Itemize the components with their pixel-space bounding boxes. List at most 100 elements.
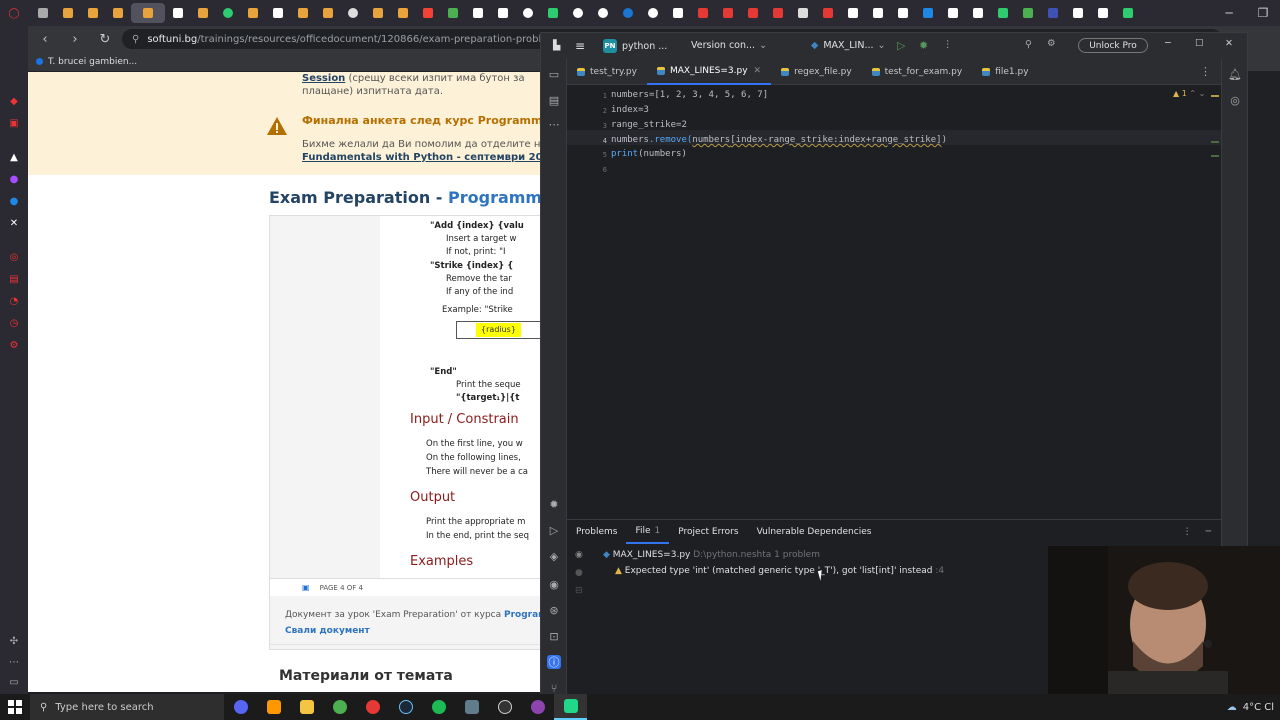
tab-icon[interactable] — [416, 3, 440, 23]
sidebar-app-icon[interactable]: ▲ — [7, 150, 21, 164]
main-menu-icon[interactable]: ≡ — [575, 39, 585, 53]
tab-icon[interactable] — [1016, 3, 1040, 23]
course-link[interactable]: Programming — [504, 610, 540, 620]
site-info-icon[interactable]: ⚲ — [132, 34, 139, 45]
tab-icon[interactable] — [1091, 3, 1115, 23]
bookmark-item[interactable]: T. brucei gambien... — [48, 57, 137, 67]
tab-icon[interactable] — [106, 3, 130, 23]
opera-icon[interactable]: ◯ — [7, 6, 21, 20]
aria-icon[interactable]: ◆ — [7, 94, 21, 108]
notifications-icon[interactable]: 🔔︎ — [1228, 67, 1242, 81]
filter-icon[interactable]: ⊟ — [575, 586, 583, 596]
tab-problems[interactable]: Problems — [567, 520, 626, 544]
tab-project-errors[interactable]: Project Errors — [669, 520, 747, 544]
run-config-selector[interactable]: ◆ MAX_LIN... ⌄ — [811, 40, 886, 51]
tab-icon[interactable] — [291, 3, 315, 23]
sidebar-toggle-icon[interactable]: ▭ — [7, 675, 21, 689]
vcs-selector[interactable]: Version con... ⌄ — [691, 40, 767, 51]
code-editor[interactable]: 1 2 3 4 5 6 numbers=[1, 2, 3, 4, 5, 6, 7… — [567, 85, 1221, 519]
tab-icon[interactable] — [991, 3, 1015, 23]
tab-file1[interactable]: file1.py — [972, 59, 1038, 85]
unlock-pro-button[interactable]: Unlock Pro — [1078, 38, 1148, 53]
tab-icon[interactable] — [716, 3, 740, 23]
tab-icon[interactable] — [316, 3, 340, 23]
hide-panel-icon[interactable]: ─ — [1206, 527, 1211, 537]
tab-icon[interactable] — [891, 3, 915, 23]
notice-link[interactable]: Fundamentals with Python - септември 202… — [302, 152, 540, 163]
app-icon[interactable] — [257, 694, 290, 720]
tab-icon[interactable] — [31, 3, 55, 23]
tab-icon[interactable] — [1116, 3, 1140, 23]
pycharm-icon[interactable] — [554, 694, 587, 720]
tab-icon[interactable] — [816, 3, 840, 23]
python-console-icon[interactable]: ⊛ — [547, 603, 561, 617]
problem-file-row[interactable]: ◆ MAX_LINES=3.py D:\python.neshta 1 prob… — [603, 550, 820, 560]
tab-icon[interactable] — [516, 3, 540, 23]
tab-file[interactable]: File 1 — [626, 520, 670, 544]
tab-icon[interactable] — [766, 3, 790, 23]
project-selector[interactable]: PN python ... — [603, 39, 667, 53]
document-viewer[interactable]: "Add {index} {valu Insert a target w If … — [269, 215, 540, 650]
discord-icon[interactable] — [224, 694, 257, 720]
tab-icon[interactable] — [491, 3, 515, 23]
sidebar-tool-icon[interactable]: ◷ — [7, 316, 21, 330]
debug-icon[interactable]: ✹ — [547, 497, 561, 511]
download-link[interactable]: Свали документ — [285, 626, 370, 636]
minimize-icon[interactable]: ─ — [1212, 0, 1246, 26]
close-tab-icon[interactable]: ✕ — [754, 66, 762, 76]
tab-icon[interactable] — [81, 3, 105, 23]
run-icon[interactable]: ▷ — [547, 523, 561, 537]
tab-max-lines[interactable]: MAX_LINES=3.py ✕ — [646, 59, 772, 85]
pin-icon[interactable]: ● — [575, 568, 583, 578]
messenger-blue-icon[interactable]: ● — [7, 194, 21, 208]
weather-text[interactable]: 4°C Cl — [1243, 702, 1274, 713]
structure-icon[interactable]: ▤ — [547, 93, 561, 107]
tab-icon[interactable] — [566, 3, 590, 23]
project-icon[interactable]: ▭ — [547, 67, 561, 81]
search-icon[interactable]: ⚲ — [1025, 39, 1032, 50]
tab-icon[interactable] — [541, 3, 565, 23]
tab-icon[interactable] — [441, 3, 465, 23]
tab-icon[interactable] — [941, 3, 965, 23]
tab-icon[interactable] — [641, 3, 665, 23]
tab-icon[interactable] — [241, 3, 265, 23]
sidebar-tool-icon[interactable]: ✣ — [7, 634, 21, 648]
app-icon[interactable] — [521, 694, 554, 720]
more-icon[interactable]: ⋮ — [943, 39, 953, 50]
tab-icon[interactable] — [1041, 3, 1065, 23]
tab-icon[interactable] — [191, 3, 215, 23]
eye-icon[interactable]: ◉ — [575, 550, 583, 560]
calculator-icon[interactable] — [455, 694, 488, 720]
reload-icon[interactable]: ↻ — [94, 28, 116, 50]
session-link[interactable]: Session — [302, 73, 345, 84]
spotify-icon[interactable] — [422, 694, 455, 720]
settings-icon[interactable]: ⚙ — [7, 338, 21, 352]
git-icon[interactable]: ⑂ — [547, 681, 561, 695]
tab-icon[interactable] — [591, 3, 615, 23]
tab-icon[interactable] — [691, 3, 715, 23]
tab-vulnerable-dependencies[interactable]: Vulnerable Dependencies — [748, 520, 881, 544]
more-icon[interactable]: ⋯ — [7, 655, 21, 669]
tab-icon[interactable] — [791, 3, 815, 23]
forward-icon[interactable]: › — [64, 28, 86, 50]
maximize-icon[interactable]: ☐ — [1195, 38, 1204, 49]
opera-icon[interactable] — [356, 694, 389, 720]
minimize-icon[interactable]: ─ — [1165, 38, 1171, 49]
tab-icon[interactable] — [616, 3, 640, 23]
tab-icon[interactable] — [666, 3, 690, 23]
sidebar-tool-icon[interactable]: ◎ — [7, 250, 21, 264]
terminal-icon[interactable]: ⊡ — [547, 629, 561, 643]
debug-icon[interactable]: ✹ — [919, 39, 928, 52]
settings-icon[interactable]: ⚙ — [1047, 38, 1056, 49]
windows-start-icon[interactable] — [0, 694, 30, 720]
tab-icon[interactable] — [341, 3, 365, 23]
tab-icon[interactable] — [266, 3, 290, 23]
tab-test-for-exam[interactable]: test_for_exam.py — [862, 59, 973, 85]
tab-active[interactable] — [131, 3, 165, 23]
python-packages-icon[interactable]: ◈ — [547, 549, 561, 563]
problem-row[interactable]: ▲ Expected type 'int' (matched generic t… — [615, 566, 944, 576]
tab-icon[interactable] — [366, 3, 390, 23]
more-tabs-icon[interactable]: ⋮ — [1200, 65, 1211, 78]
steam-icon[interactable] — [389, 694, 422, 720]
tab-icon[interactable] — [966, 3, 990, 23]
